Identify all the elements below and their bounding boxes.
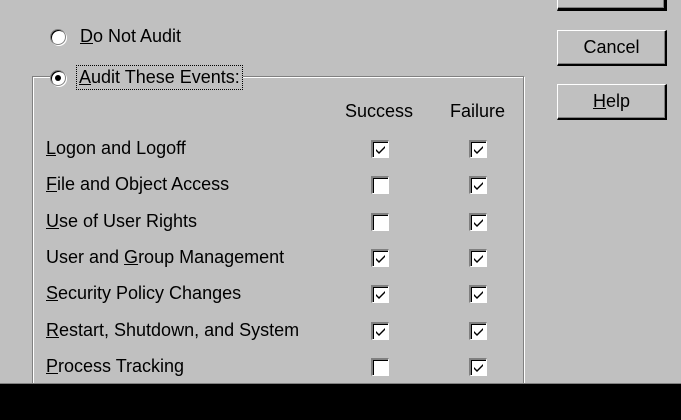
audit-these-events-radio[interactable]: Audit These Events: [50,65,243,90]
checkmark-icon [474,291,483,299]
event-label: User and Group Management [46,247,285,267]
help-button-mnemonic: H [592,91,606,111]
event-label: Use of User Rights [46,211,198,231]
help-button[interactable]: Help [557,84,667,120]
failure-checkbox[interactable] [469,322,487,340]
checkmark-icon [474,146,483,154]
success-checkbox[interactable] [371,358,389,376]
success-checkbox[interactable] [371,285,389,303]
do-not-audit-label: Do Not Audit [80,26,182,46]
failure-checkbox[interactable] [469,358,487,376]
checkmark-icon [376,146,385,154]
checkmark-icon [376,291,385,299]
failure-checkbox[interactable] [469,285,487,303]
success-checkbox[interactable] [371,213,389,231]
do-not-audit-radio[interactable]: Do Not Audit [50,26,181,47]
failure-checkbox[interactable] [469,213,487,231]
success-checkbox[interactable] [371,322,389,340]
checkmark-icon [474,219,483,227]
checkmark-icon [474,255,483,263]
checkmark-icon [474,364,483,372]
failure-checkbox[interactable] [469,249,487,267]
event-label: Restart, Shutdown, and System [46,320,300,340]
event-label: File and Object Access [46,174,230,194]
window-bottom-edge [0,384,681,420]
checkmark-icon [376,328,385,336]
do-not-audit-radio-circle[interactable] [50,28,66,45]
ok-button[interactable] [557,0,667,11]
success-checkbox[interactable] [371,249,389,267]
failure-checkbox[interactable] [469,140,487,158]
failure-column-header: Failure [450,101,506,121]
event-label: Logon and Logoff [46,138,186,158]
failure-checkbox[interactable] [469,176,487,194]
help-button-label: elp [605,91,631,111]
success-column-header: Success [345,101,414,121]
checkmark-icon [474,182,483,190]
event-label: Process Tracking [46,356,185,376]
event-label: Security Policy Changes [46,283,242,303]
audit-events-groupbox [32,76,524,396]
audit-policy-dialog: Do Not Audit Audit These Events: Success… [0,0,681,420]
checkmark-icon [376,255,385,263]
audit-these-events-label: Audit These Events: [76,65,243,90]
success-checkbox[interactable] [371,176,389,194]
cancel-button[interactable]: Cancel [557,30,667,66]
audit-these-events-radio-circle[interactable] [50,69,66,86]
checkmark-icon [474,328,483,336]
success-checkbox[interactable] [371,140,389,158]
